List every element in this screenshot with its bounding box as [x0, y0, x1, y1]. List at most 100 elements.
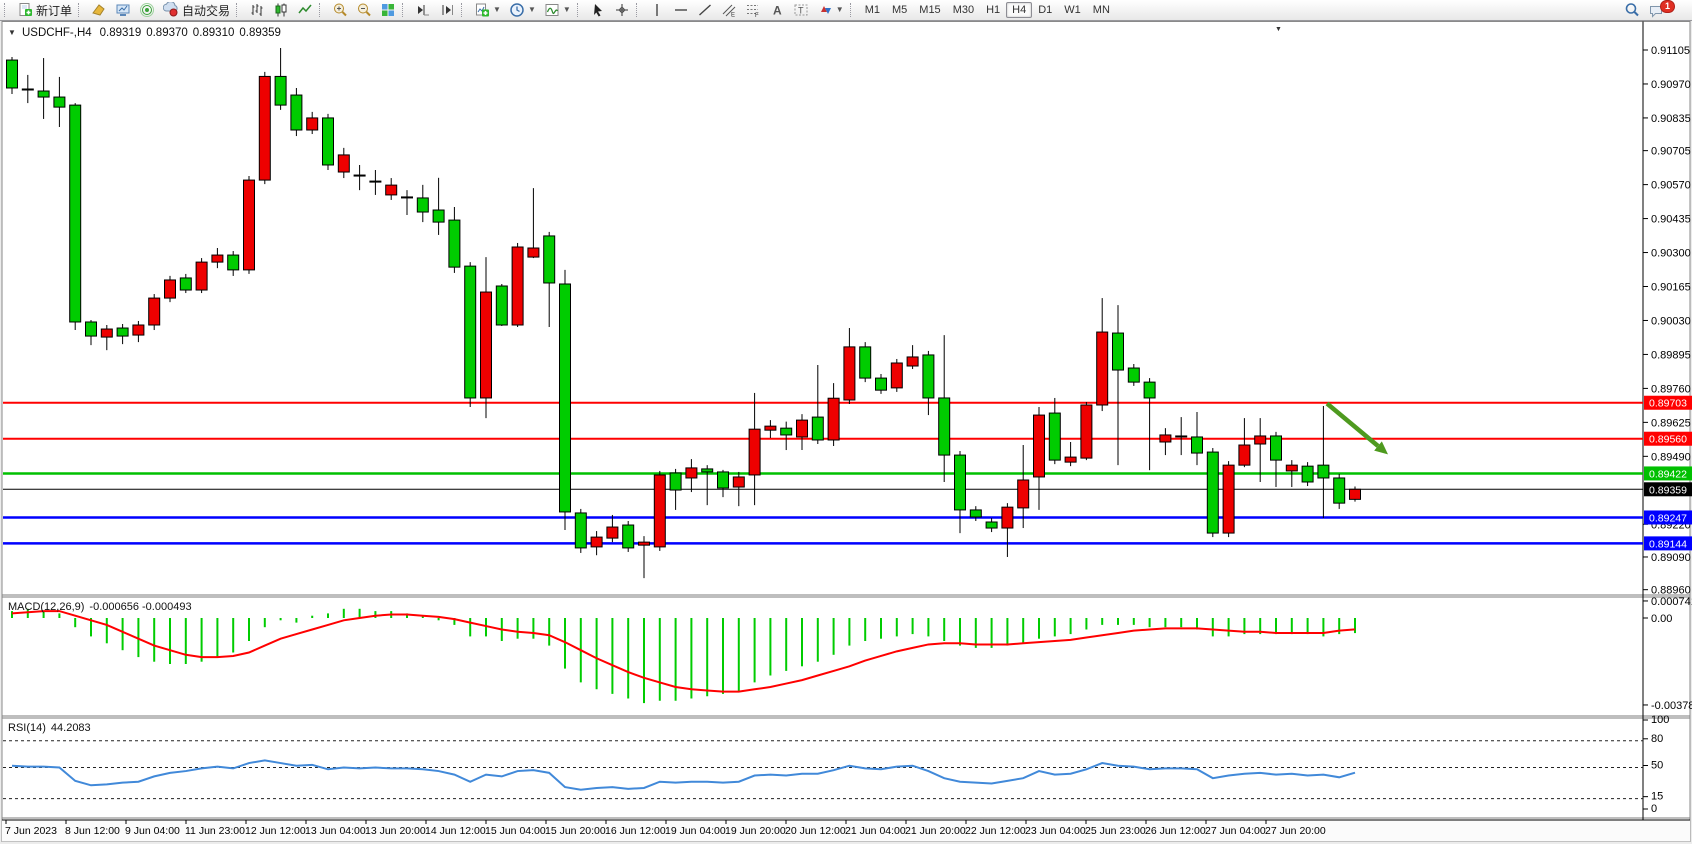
timeframe-m15-button[interactable]: M15 [913, 2, 946, 18]
toolbar-grip [461, 3, 466, 17]
timeframe-h4-button[interactable]: H4 [1006, 2, 1032, 18]
toolbar-grip [236, 3, 241, 17]
toolbar-group: ▼ ▼ ▼ [470, 0, 575, 20]
candlestick [1128, 368, 1139, 382]
candlestick [528, 248, 539, 257]
cursor-tool-button[interactable] [586, 0, 610, 20]
arrows-tool-button[interactable]: ▼ [813, 0, 848, 20]
zoom-out-icon [356, 2, 372, 18]
candlestick [386, 185, 397, 195]
new-order-button[interactable]: 新订单 [13, 0, 76, 20]
candlestick [654, 475, 665, 547]
time-axis-label: 13 Jun 04:00 [305, 825, 366, 837]
auto-trading-button[interactable]: 自动交易 [159, 0, 234, 20]
text-tool-button[interactable]: A [765, 0, 789, 20]
symbol-period-label: USDCHF-,H4 [22, 27, 92, 39]
new-chart-button[interactable]: ▼ [470, 0, 505, 20]
clock-icon [509, 2, 525, 18]
candlestick-mode-button[interactable] [269, 0, 293, 20]
timeframe-h1-button[interactable]: H1 [980, 2, 1006, 18]
indicators-menu-button[interactable]: ▼ [540, 0, 575, 20]
candlestick [844, 347, 855, 400]
candlestick [1097, 332, 1108, 405]
svg-text:E: E [731, 13, 735, 19]
chart-shift-button[interactable] [435, 0, 459, 20]
search-button[interactable] [1620, 0, 1644, 20]
candlestick [1144, 382, 1155, 398]
candlestick [1286, 465, 1297, 471]
open-value: 0.89319 [100, 27, 142, 39]
profiles-button[interactable] [87, 0, 111, 20]
price-line-label: 0.89422 [1649, 468, 1687, 480]
label-icon: T [793, 2, 809, 18]
time-axis-label: 20 Jun 12:00 [785, 825, 846, 837]
auto-scroll-button[interactable] [411, 0, 435, 20]
price-tick-label: 0.91105 [1651, 45, 1690, 57]
candlestick [575, 513, 586, 548]
candlestick [354, 175, 365, 176]
candlestick [1239, 445, 1250, 465]
candlestick [512, 247, 523, 325]
zoom-out-button[interactable] [352, 0, 376, 20]
equidistant-channel-tool-button[interactable]: E [717, 0, 741, 20]
crosshair-tool-button[interactable] [610, 0, 634, 20]
chart-title: USDCHF-,H40.893190.893700.893100.89359 [22, 27, 281, 39]
signals-button[interactable] [135, 0, 159, 20]
notifications-button[interactable]: 1 [1644, 0, 1686, 20]
price-tick-label: 0.90435 [1651, 214, 1691, 226]
fibonacci-tool-button[interactable]: F [741, 0, 765, 20]
candlestick [54, 97, 65, 107]
timeframe-m5-button[interactable]: M5 [886, 2, 913, 18]
rsi-axis-label: 0 [1651, 803, 1657, 815]
macd-name: MACD(12,26,9) [8, 601, 84, 613]
candlestick [1302, 466, 1313, 482]
chart-title-collapse-icon[interactable]: ▼ [8, 28, 16, 37]
horizontal-line-tool-button[interactable] [669, 0, 693, 20]
toolbar-group: 自动交易 [87, 0, 234, 20]
candlestick [7, 60, 18, 88]
candlestick [733, 477, 744, 487]
line-chart-mode-button[interactable] [293, 0, 317, 20]
tile-windows-button[interactable] [376, 0, 400, 20]
cursor-icon [590, 2, 606, 18]
timeframe-w1-button[interactable]: W1 [1058, 2, 1087, 18]
timeframe-m1-button[interactable]: M1 [859, 2, 886, 18]
low-value: 0.89310 [193, 27, 235, 39]
svg-text:F: F [755, 13, 759, 18]
time-axis-label: 19 Jun 04:00 [665, 825, 726, 837]
market-watch-icon [115, 2, 131, 18]
crosshair-icon [614, 2, 630, 18]
text-label-tool-button[interactable]: T [789, 0, 813, 20]
chevron-down-icon[interactable]: ▼ [563, 6, 571, 14]
candlestick [259, 76, 270, 180]
price-line-label: 0.89560 [1649, 434, 1687, 446]
candlestick [70, 105, 81, 322]
zoom-in-button[interactable] [328, 0, 352, 20]
timeframe-toolbar: M1M5M15M30H1H4D1W1MN [859, 0, 1116, 20]
candlestick [338, 155, 349, 172]
vertical-line-tool-button[interactable] [645, 0, 669, 20]
chevron-down-icon[interactable]: ▼ [1275, 26, 1282, 33]
candlestick [860, 347, 871, 378]
timeframe-mn-button[interactable]: MN [1087, 2, 1116, 18]
time-axis-label: 21 Jun 20:00 [905, 825, 966, 837]
time-axis-label: 14 Jun 12:00 [425, 825, 486, 837]
chevron-down-icon[interactable]: ▼ [836, 6, 844, 14]
trend-line-tool-button[interactable] [693, 0, 717, 20]
toolbar-grip [4, 3, 9, 17]
chevron-down-icon[interactable]: ▼ [528, 6, 536, 14]
timeframe-m30-button[interactable]: M30 [947, 2, 980, 18]
timeframe-d1-button[interactable]: D1 [1032, 2, 1058, 18]
bar-chart-mode-button[interactable] [245, 0, 269, 20]
time-axis-label: 26 Jun 12:00 [1145, 825, 1206, 837]
profiles-icon [91, 2, 107, 18]
candlestick [607, 527, 618, 538]
time-axis-label: 9 Jun 04:00 [125, 825, 180, 837]
bars-icon [249, 2, 265, 18]
market-watch-button[interactable] [111, 0, 135, 20]
chevron-down-icon[interactable]: ▼ [493, 6, 501, 14]
toolbar-grip [850, 3, 855, 17]
period-menu-button[interactable]: ▼ [505, 0, 540, 20]
time-axis-label: 21 Jun 04:00 [845, 825, 906, 837]
toolbar-grip [78, 3, 83, 17]
